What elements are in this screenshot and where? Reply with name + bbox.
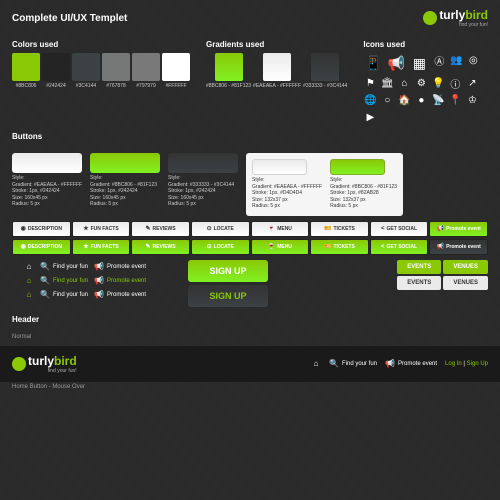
nav-menu[interactable]: 🍷MENU — [251, 221, 310, 237]
nav-promote-event-hover[interactable]: 📢Promote event — [429, 239, 488, 255]
share-icon: ↗ — [465, 76, 479, 90]
page-title: Complete UI/UX Templet — [12, 13, 127, 24]
home2-icon: 🏠 — [397, 93, 411, 107]
header-logo[interactable]: turlybirdfind your fun! — [12, 354, 77, 374]
world-icon: 🌐 — [363, 93, 377, 107]
find-fun-button-hover[interactable]: 🔍Find your fun — [40, 276, 88, 286]
color-label: #3C4144 — [76, 83, 96, 89]
gradient-label: #8BC806 - #81F123 — [206, 83, 251, 89]
color-swatch — [72, 53, 100, 81]
header-promote-button[interactable]: 📢Promote event — [385, 359, 437, 369]
find-fun-button-active[interactable]: 🔍Find your fun — [40, 290, 88, 300]
icons-heading: Icons used — [363, 40, 483, 49]
flag-icon: ⚑ — [363, 76, 377, 90]
buttons-heading: Buttons — [12, 132, 488, 141]
building-icon: 🏛 — [380, 76, 394, 90]
gradients-heading: Gradients used — [206, 40, 347, 49]
color-label: #797979 — [136, 83, 155, 89]
promote-button[interactable]: 📢Promote event — [94, 262, 146, 272]
rss-icon: 📡 — [431, 93, 445, 107]
color-label: #8BC806 — [16, 83, 37, 89]
color-swatch — [162, 53, 190, 81]
nav-promote-event[interactable]: 📢Promote event — [429, 221, 488, 237]
dot-icon: ● — [414, 93, 428, 107]
header-home-button[interactable]: ⌂ — [311, 359, 321, 369]
bird-icon — [423, 11, 437, 25]
signup-button-dark[interactable]: SIGN UP — [188, 285, 268, 307]
layout-icon: ▦ — [409, 53, 429, 73]
play-icon: ▶ — [363, 110, 377, 124]
crown-icon: ♔ — [465, 93, 479, 107]
button-sample-dark[interactable] — [168, 153, 238, 173]
nav-tickets-hover[interactable]: 🎫TICKETS — [310, 239, 369, 255]
nav-description[interactable]: ◉DESCRIPTION — [12, 221, 71, 237]
header-heading: Header — [12, 315, 488, 324]
color-label: #242424 — [46, 83, 65, 89]
home-button[interactable]: ⌂ — [24, 262, 34, 272]
login-link[interactable]: Log In — [445, 361, 462, 367]
tab-venues[interactable]: VENUES — [443, 276, 488, 290]
home-button-active[interactable]: ⌂ — [24, 290, 34, 300]
home-icon: ⌂ — [397, 76, 411, 90]
brand-logo: turlybird find your fun! — [423, 8, 488, 28]
nav-locate[interactable]: ⊙LOCATE — [191, 221, 250, 237]
people-icon: 👥 — [449, 53, 463, 67]
color-label: #767878 — [106, 83, 125, 89]
bulb-icon: 💡 — [431, 76, 445, 90]
bird-icon — [12, 357, 26, 371]
promote-button-hover[interactable]: 📢Promote event — [94, 276, 146, 286]
phone-icon: 📱 — [363, 53, 383, 73]
nav-reviews-hover[interactable]: ✎REVIEWS — [131, 239, 190, 255]
info-icon: ⓘ — [448, 76, 462, 90]
button-sample-white[interactable] — [12, 153, 82, 173]
normal-label: Normal — [0, 332, 500, 342]
promote-button-active[interactable]: 📢Promote event — [94, 290, 146, 300]
gradient-label: #333333 - #3C4144 — [303, 83, 347, 89]
pin-icon: 📍 — [448, 93, 462, 107]
megaphone-icon: 📢 — [386, 53, 406, 73]
home-mouseover-label: Home Button - Mouse Over — [0, 382, 500, 392]
nav-get-social-hover[interactable]: <GET SOCIAL — [370, 239, 429, 255]
button-sample-light-green[interactable] — [330, 159, 385, 175]
tab-venues-active[interactable]: VENUES — [443, 260, 488, 274]
color-swatch — [102, 53, 130, 81]
header-find-button[interactable]: 🔍Find your fun — [329, 359, 377, 369]
color-label: #FFFFFF — [165, 83, 186, 89]
gradient-swatch — [311, 53, 339, 81]
home-button-hover[interactable]: ⌂ — [24, 276, 34, 286]
gear-icon: ⚙ — [414, 76, 428, 90]
nav-locate-hover[interactable]: ⊙LOCATE — [191, 239, 250, 255]
signup-button-green[interactable]: SIGN UP — [188, 260, 268, 282]
nav-fun-facts-hover[interactable]: ★FUN FACTS — [72, 239, 131, 255]
nav-tickets[interactable]: 🎫TICKETS — [310, 221, 369, 237]
nav-reviews[interactable]: ✎REVIEWS — [131, 221, 190, 237]
button-sample-green[interactable] — [90, 153, 160, 173]
nav-menu-hover[interactable]: 🍷MENU — [251, 239, 310, 255]
gradient-swatch — [263, 53, 291, 81]
tab-events-active[interactable]: EVENTS — [397, 260, 441, 274]
gradient-label: #EAEAEA - #FFFFFF — [253, 83, 301, 89]
color-swatch — [42, 53, 70, 81]
signup-link[interactable]: Sign Up — [467, 361, 488, 367]
compass-icon: Ⓐ — [432, 53, 446, 67]
nav-description-hover[interactable]: ◉DESCRIPTION — [12, 239, 71, 255]
colors-heading: Colors used — [12, 40, 190, 49]
button-sample-light-white[interactable] — [252, 159, 307, 175]
circle-icon: ○ — [380, 93, 394, 107]
find-fun-button[interactable]: 🔍Find your fun — [40, 262, 88, 272]
icon-grid: 📱 📢 ▦ Ⓐ 👥 ◎ ⚑ 🏛 ⌂ ⚙ 💡 ⓘ ↗ 🌐 ○ 🏠 ● 📡 📍 ♔ — [363, 53, 483, 124]
target-icon: ◎ — [466, 53, 480, 67]
color-swatch — [12, 53, 40, 81]
tab-events[interactable]: EVENTS — [397, 276, 441, 290]
nav-fun-facts[interactable]: ★FUN FACTS — [72, 221, 131, 237]
nav-get-social[interactable]: <GET SOCIAL — [370, 221, 429, 237]
color-swatch — [132, 53, 160, 81]
gradient-swatch — [215, 53, 243, 81]
